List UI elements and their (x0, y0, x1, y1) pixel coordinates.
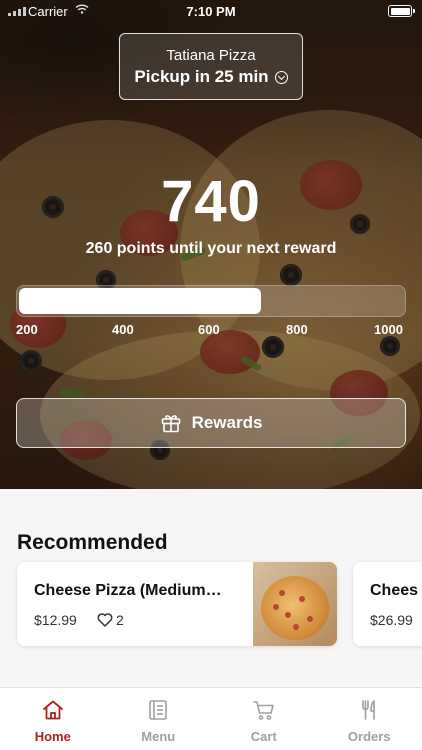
favorite-count-value: 2 (116, 612, 124, 628)
points-progress-bar (16, 285, 406, 317)
pickup-time: Pickup in 25 min (120, 67, 302, 87)
tab-menu-label: Menu (141, 729, 176, 744)
item-name: Chees (370, 582, 419, 599)
tab-cart-label: Cart (250, 729, 277, 744)
tab-bar: Home Menu Cart Orders (0, 687, 422, 750)
tab-home-label: Home (34, 729, 71, 744)
progress-fill (19, 288, 261, 314)
points-until-reward: 260 points until your next reward (85, 240, 337, 257)
tab-menu[interactable]: Menu (106, 688, 212, 750)
item-price: $26.99 (370, 612, 413, 628)
progress-tick: 400 (112, 322, 134, 337)
rewards-button[interactable]: Rewards (16, 398, 406, 448)
progress-tick: 600 (198, 322, 220, 337)
pizza-photo (253, 562, 337, 646)
heart-icon (97, 613, 113, 627)
recommended-item-card[interactable]: Chees $26.99 (353, 562, 422, 646)
recommended-title: Recommended (17, 531, 168, 554)
chevron-circle-down-icon (274, 70, 288, 84)
tab-orders-label: Orders (347, 729, 391, 744)
item-price: $12.99 (34, 612, 77, 628)
tab-cart[interactable]: Cart (211, 688, 317, 750)
home-icon (42, 700, 63, 720)
progress-tick: 200 (16, 322, 38, 337)
status-bar: Carrier 7:10 PM (0, 0, 422, 22)
item-name: Cheese Pizza (Medium… (34, 582, 222, 599)
favorite-count[interactable]: 2 (97, 612, 124, 628)
rewards-label: Rewards (191, 413, 263, 432)
recommended-item-card[interactable]: Cheese Pizza (Medium… $12.99 2 (17, 562, 337, 646)
tab-home[interactable]: Home (0, 688, 106, 750)
gift-icon (161, 415, 180, 433)
pickup-label: Pickup in 25 min (134, 67, 269, 86)
hero-banner: Carrier 7:10 PM Tatiana Pizza Pickup in … (0, 0, 422, 489)
progress-tick: 800 (286, 322, 308, 337)
store-selector[interactable]: Tatiana Pizza Pickup in 25 min (119, 33, 303, 100)
menu-icon (149, 700, 168, 720)
progress-tick: 1000 (374, 322, 403, 337)
fork-knife-icon (362, 700, 376, 720)
battery-icon (388, 5, 415, 17)
points-value: 740 (161, 169, 261, 234)
status-time: 7:10 PM (186, 4, 236, 19)
tab-orders[interactable]: Orders (317, 688, 422, 750)
store-name: Tatiana Pizza (166, 47, 256, 64)
cart-icon (252, 701, 274, 720)
